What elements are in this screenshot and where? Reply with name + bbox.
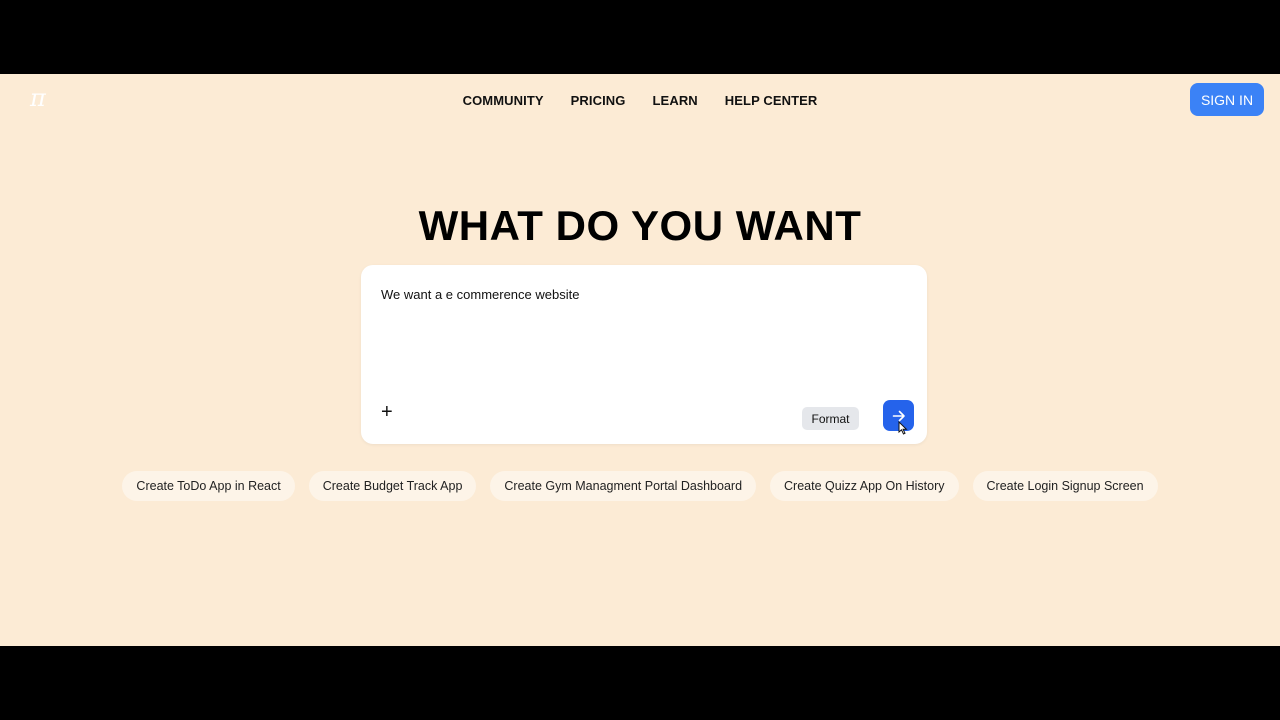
top-nav: COMMUNITY PRICING LEARN HELP CENTER (0, 93, 1280, 108)
sign-in-button[interactable]: SIGN IN (1190, 83, 1264, 116)
format-button[interactable]: Format (802, 407, 859, 430)
suggestion-chip[interactable]: Create ToDo App in React (122, 471, 295, 501)
nav-help-center[interactable]: HELP CENTER (725, 93, 818, 108)
page-title: WHAT DO YOU WANT (418, 202, 862, 249)
suggestion-chip[interactable]: Create Gym Managment Portal Dashboard (490, 471, 757, 501)
video-frame: π COMMUNITY PRICING LEARN HELP CENTER SI… (0, 0, 1280, 720)
nav-pricing[interactable]: PRICING (571, 93, 626, 108)
nav-community[interactable]: COMMUNITY (463, 93, 544, 108)
mouse-cursor-icon (898, 421, 908, 435)
suggestion-chip[interactable]: Create Quizz App On History (770, 471, 959, 501)
prompt-input[interactable]: We want a e commerence website (381, 287, 579, 302)
suggestion-chips: Create ToDo App in React Create Budget T… (0, 471, 1280, 501)
suggestion-chip[interactable]: Create Budget Track App (308, 471, 477, 501)
prompt-card: We want a e commerence website + Format (361, 265, 927, 444)
page: π COMMUNITY PRICING LEARN HELP CENTER SI… (0, 74, 1280, 646)
nav-learn[interactable]: LEARN (653, 93, 698, 108)
plus-icon[interactable]: + (381, 402, 393, 422)
suggestion-chip[interactable]: Create Login Signup Screen (972, 471, 1158, 501)
